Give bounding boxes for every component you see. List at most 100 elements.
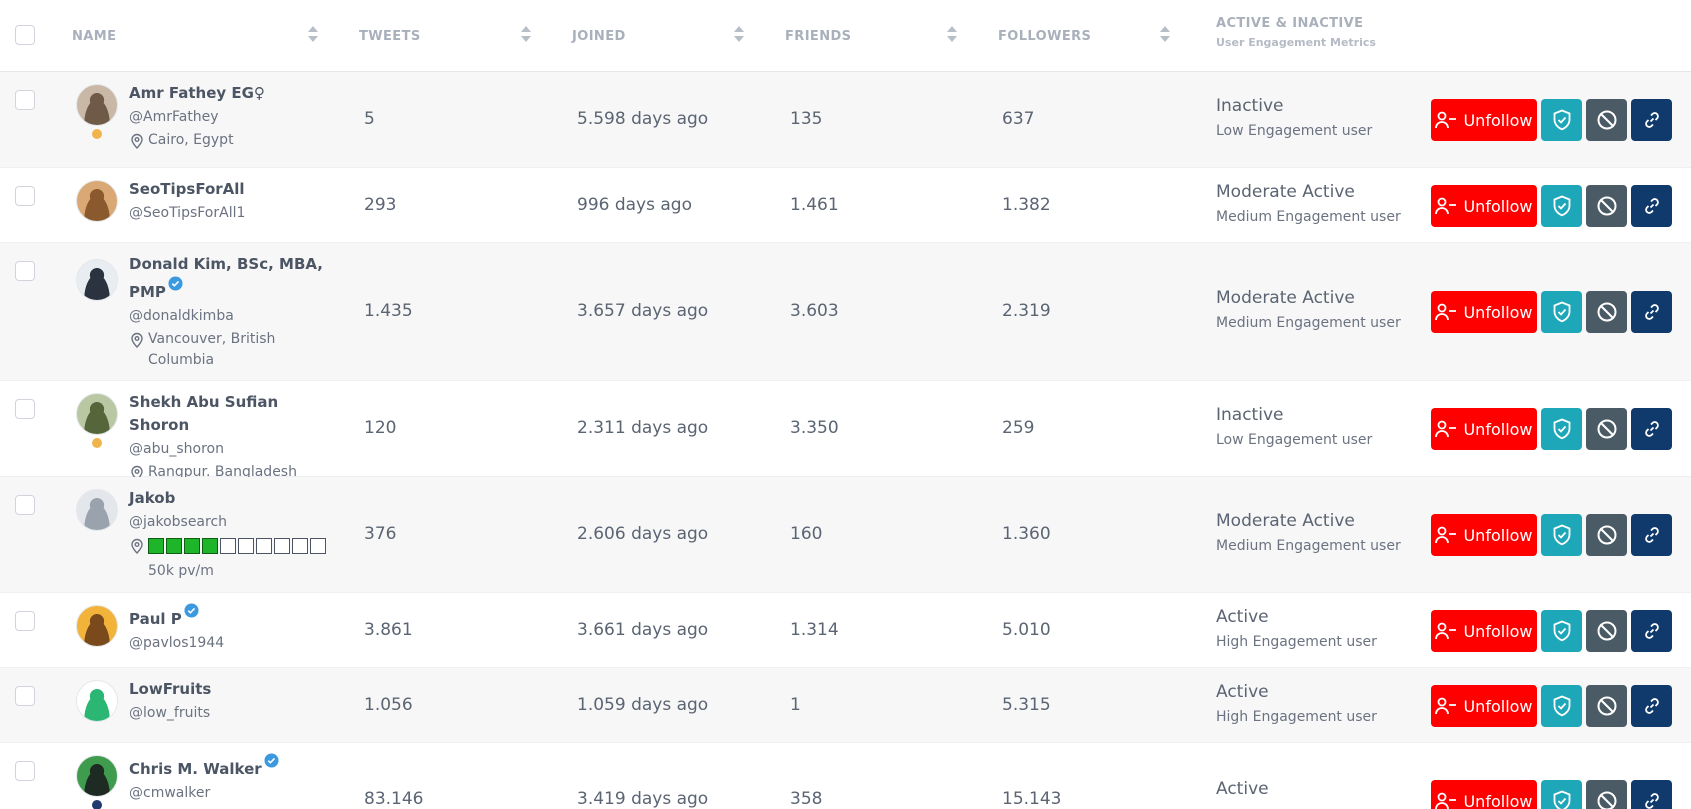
block-icon: [1597, 525, 1616, 545]
avatar[interactable]: [76, 605, 118, 647]
profile-link-button[interactable]: [1631, 780, 1672, 809]
block-button[interactable]: [1586, 99, 1627, 141]
profile-link-button[interactable]: [1631, 408, 1672, 450]
unfollow-button[interactable]: Unfollow: [1431, 514, 1537, 556]
user-name[interactable]: LowFruits: [129, 678, 339, 701]
block-icon: [1597, 302, 1616, 322]
avatar[interactable]: [76, 680, 118, 722]
followers-count: 15.143: [1002, 789, 1062, 809]
profile-link-button[interactable]: [1631, 610, 1672, 652]
block-button[interactable]: [1586, 185, 1627, 227]
whitelist-button[interactable]: [1541, 291, 1582, 333]
user-name[interactable]: Chris M. Walker: [129, 753, 339, 781]
whitelist-button[interactable]: [1541, 408, 1582, 450]
table-row: Chris M. Walker @cmwalker 83.146 3.419 d…: [0, 743, 1691, 809]
user-info: Shekh Abu Sufian Shoron @abu_shoron Rang…: [129, 391, 339, 483]
user-name[interactable]: Shekh Abu Sufian Shoron: [129, 391, 339, 437]
row-checkbox[interactable]: [15, 90, 35, 110]
user-name-text: Amr Fathey EG♀: [129, 84, 265, 102]
sort-icon[interactable]: [947, 26, 957, 46]
user-handle[interactable]: @pavlos1944: [129, 632, 339, 655]
column-header-tweets[interactable]: TWEETS: [359, 0, 539, 72]
avatar[interactable]: [76, 180, 118, 222]
avatar[interactable]: [76, 755, 118, 809]
user-minus-icon: [1435, 622, 1457, 640]
profile-link-button[interactable]: [1631, 514, 1672, 556]
location-pin-icon: [131, 133, 143, 149]
user-name[interactable]: Donald Kim, BSc, MBA, PMP: [129, 253, 339, 304]
user-handle[interactable]: @donaldkimba: [129, 305, 339, 328]
unfollow-button[interactable]: Unfollow: [1431, 685, 1537, 727]
activity-title: ACTIVE & INACTIVE: [1216, 16, 1364, 31]
table-row: LowFruits @low_fruits 1.056 1.059 days a…: [0, 668, 1691, 743]
user-handle[interactable]: @jakobsearch: [129, 511, 339, 534]
row-checkbox[interactable]: [15, 186, 35, 206]
select-all-checkbox[interactable]: [15, 25, 35, 45]
avatar[interactable]: [76, 259, 118, 301]
unfollow-button[interactable]: Unfollow: [1431, 408, 1537, 450]
whitelist-button[interactable]: [1541, 185, 1582, 227]
whitelist-button[interactable]: [1541, 780, 1582, 809]
block-button[interactable]: [1586, 408, 1627, 450]
row-checkbox[interactable]: [15, 261, 35, 281]
whitelist-button[interactable]: [1541, 99, 1582, 141]
user-minus-icon: [1435, 697, 1457, 715]
activity-subtitle: User Engagement Metrics: [1216, 36, 1376, 49]
user-handle[interactable]: @abu_shoron: [129, 438, 339, 461]
shield-check-icon: [1553, 109, 1570, 131]
row-checkbox[interactable]: [15, 761, 35, 781]
link-icon: [1644, 198, 1659, 214]
user-info: Chris M. Walker @cmwalker: [129, 753, 339, 805]
whitelist-button[interactable]: [1541, 610, 1582, 652]
user-handle[interactable]: @SeoTipsForAll1: [129, 202, 339, 225]
location-pin-icon: [131, 538, 143, 554]
avatar[interactable]: [76, 393, 118, 448]
user-name[interactable]: SeoTipsForAll: [129, 178, 339, 201]
unfollow-button[interactable]: Unfollow: [1431, 99, 1537, 141]
block-button[interactable]: [1586, 610, 1627, 652]
whitelist-button[interactable]: [1541, 514, 1582, 556]
avatar[interactable]: [76, 84, 118, 139]
user-handle[interactable]: @AmrFathey: [129, 106, 339, 129]
unfollow-button[interactable]: Unfollow: [1431, 610, 1537, 652]
block-button[interactable]: [1586, 780, 1627, 809]
row-checkbox[interactable]: [15, 686, 35, 706]
verified-badge-icon: [264, 753, 279, 768]
column-header-friends[interactable]: FRIENDS: [785, 0, 965, 72]
unfollow-label: Unfollow: [1463, 525, 1533, 545]
joined-date: 2.606 days ago: [577, 524, 709, 544]
avatar[interactable]: [76, 489, 118, 531]
block-icon: [1597, 110, 1616, 130]
user-name[interactable]: Paul P: [129, 603, 339, 631]
profile-link-button[interactable]: [1631, 185, 1672, 227]
sort-icon[interactable]: [308, 26, 318, 46]
tweets-count: 1.435: [364, 301, 413, 321]
friends-count: 358: [790, 789, 823, 809]
unfollow-button[interactable]: Unfollow: [1431, 185, 1537, 227]
sort-icon[interactable]: [1160, 26, 1170, 46]
unfollow-button[interactable]: Unfollow: [1431, 780, 1537, 809]
user-name[interactable]: Jakob: [129, 487, 339, 510]
row-checkbox[interactable]: [15, 611, 35, 631]
unfollow-button[interactable]: Unfollow: [1431, 291, 1537, 333]
avatar-image: [76, 259, 118, 301]
tweets-count: 1.056: [364, 695, 413, 715]
gauge-square: [238, 538, 254, 554]
column-header-followers[interactable]: FOLLOWERS: [998, 0, 1178, 72]
profile-link-button[interactable]: [1631, 685, 1672, 727]
block-button[interactable]: [1586, 685, 1627, 727]
profile-link-button[interactable]: [1631, 291, 1672, 333]
user-name[interactable]: Amr Fathey EG♀: [129, 82, 339, 105]
user-handle[interactable]: @low_fruits: [129, 702, 339, 725]
column-header-name[interactable]: NAME: [72, 0, 322, 72]
whitelist-button[interactable]: [1541, 685, 1582, 727]
profile-link-button[interactable]: [1631, 99, 1672, 141]
row-checkbox[interactable]: [15, 399, 35, 419]
column-header-joined[interactable]: JOINED: [572, 0, 752, 72]
sort-icon[interactable]: [734, 26, 744, 46]
block-button[interactable]: [1586, 291, 1627, 333]
block-button[interactable]: [1586, 514, 1627, 556]
row-checkbox[interactable]: [15, 495, 35, 515]
user-handle[interactable]: @cmwalker: [129, 782, 339, 805]
sort-icon[interactable]: [521, 26, 531, 46]
